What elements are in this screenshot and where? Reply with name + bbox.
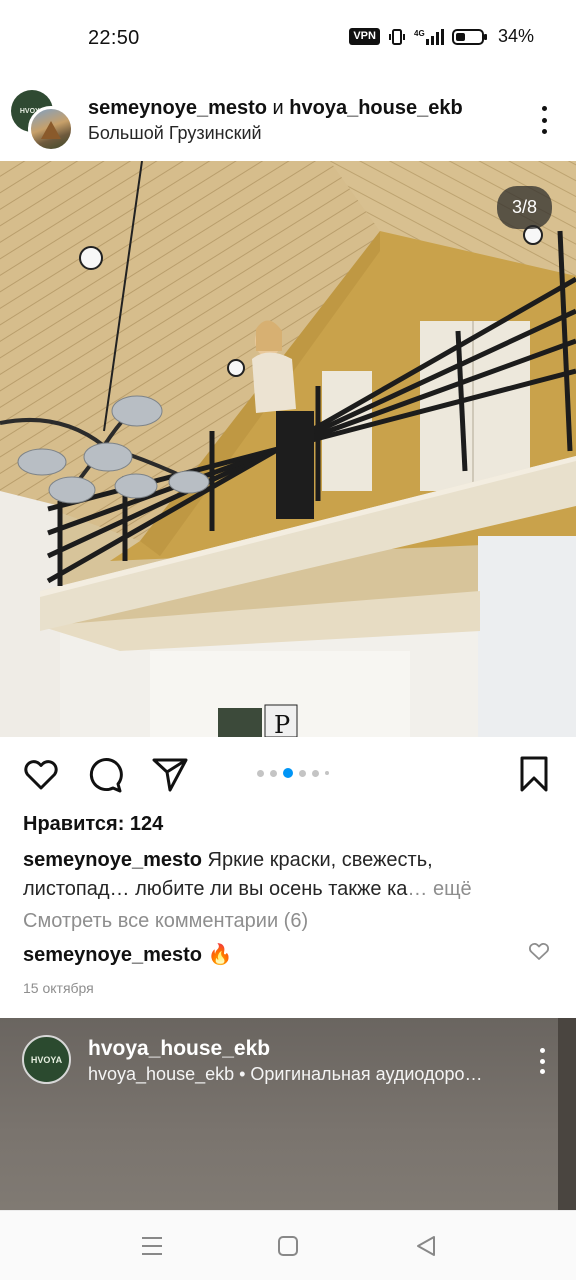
avatar-primary[interactable]: [28, 106, 74, 152]
carousel-dot: [270, 769, 277, 777]
comment-preview: semeynoye_mesto 🔥: [23, 942, 232, 967]
bookmark-icon[interactable]: [514, 754, 554, 794]
square-icon[interactable]: [275, 1233, 301, 1259]
heart-icon[interactable]: [21, 754, 61, 794]
carousel-counter: 3/8: [496, 186, 552, 229]
svg-text:4G: 4G: [414, 29, 425, 38]
vibrate-icon: [388, 28, 405, 45]
post-authors: semeynoye_mesto и hvoya_house_ekb: [88, 97, 463, 120]
battery-icon: [451, 28, 487, 45]
post-photo[interactable]: P 3/8: [0, 161, 576, 737]
system-nav-bar: [0, 1210, 576, 1280]
post-location[interactable]: Большой Грузинский: [88, 123, 262, 144]
next-post-avatar[interactable]: HVOYA: [22, 1035, 71, 1084]
next-post-username[interactable]: hvoya_house_ekb: [88, 1037, 270, 1061]
carousel-dot: [312, 769, 319, 777]
next-avatar-logo: HVOYA: [30, 1054, 63, 1065]
next-post-options-icon[interactable]: [539, 1048, 545, 1074]
view-all-comments-link[interactable]: Смотреть все комментарии (6): [23, 910, 308, 933]
back-triangle-icon[interactable]: [413, 1233, 439, 1259]
next-post-edge: [558, 1018, 576, 1210]
comment-text: 🔥: [207, 944, 233, 966]
svg-text:P: P: [274, 711, 290, 737]
post-header: HVOYA semeynoye_mesto и hvoya_house_ekb …: [0, 82, 576, 160]
next-post[interactable]: HVOYA hvoya_house_ekb hvoya_house_ekb • …: [0, 1018, 576, 1210]
likes-count[interactable]: Нравится: 124: [23, 813, 163, 836]
comment-icon[interactable]: [85, 754, 125, 794]
post-options-icon[interactable]: [540, 106, 548, 134]
caption-more-link[interactable]: … ещё: [407, 878, 471, 900]
menu-icon[interactable]: [139, 1233, 165, 1259]
author-primary-link[interactable]: semeynoye_mesto: [88, 97, 267, 119]
comment-username[interactable]: semeynoye_mesto: [23, 944, 202, 966]
caption-username[interactable]: semeynoye_mesto: [23, 849, 202, 871]
post-caption: semeynoye_mesto Яркие краски, свежесть, …: [23, 846, 543, 904]
comment-heart-icon[interactable]: [528, 941, 550, 961]
carousel-dot-active: [283, 768, 293, 778]
house-icon: [41, 121, 61, 139]
photo-illustration: P: [0, 161, 576, 737]
status-bar: 22:50 VPN 4G 34%: [0, 0, 576, 76]
action-bar: [0, 748, 576, 800]
carousel-dot: [257, 769, 264, 777]
carousel-dot: [299, 769, 306, 777]
carousel-dots: [257, 768, 329, 778]
signal-icon: 4G: [414, 28, 444, 45]
carousel-dot: [325, 771, 329, 775]
next-post-audio[interactable]: hvoya_house_ekb • Оригинальная аудиодоро…: [88, 1064, 483, 1085]
author-joiner: и: [272, 97, 284, 119]
author-secondary-link[interactable]: hvoya_house_ekb: [289, 97, 462, 119]
post-date: 15 октября: [23, 980, 94, 996]
status-icons: VPN 4G 34%: [349, 26, 534, 47]
vpn-badge: VPN: [349, 28, 380, 45]
status-time: 22:50: [88, 27, 140, 49]
send-icon[interactable]: [150, 754, 190, 794]
battery-percent: 34%: [497, 26, 534, 46]
